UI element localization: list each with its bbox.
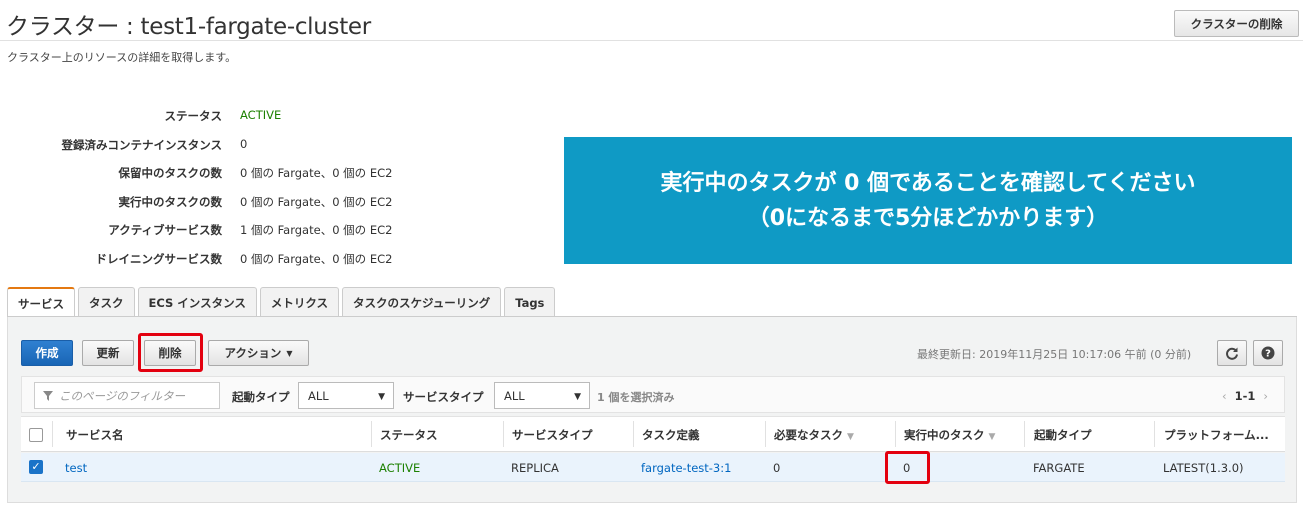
column-header-service-name[interactable]: サービス名 (66, 427, 124, 443)
column-header-running-tasks[interactable]: 実行中のタスク ▼ (904, 427, 995, 443)
page-range: 1-1 (1234, 389, 1256, 403)
column-header-status[interactable]: ステータス (380, 427, 438, 443)
running-tasks-label: 実行中のタスクの数 (118, 195, 223, 209)
tab-ecs-instances[interactable]: ECS インスタンス (137, 287, 257, 317)
tab-services[interactable]: サービス (7, 287, 75, 318)
chevron-down-icon: ▼ (574, 392, 581, 402)
column-divider (503, 421, 504, 447)
sort-down-icon: ▼ (988, 432, 996, 442)
launch-type-value: ALL (308, 388, 329, 403)
header-divider (0, 40, 1303, 41)
column-header-desired-tasks[interactable]: 必要なタスク ▼ (774, 427, 854, 443)
instruction-banner: 実行中のタスクが 0 個であることを確認してください （0になるまで5分ほどかか… (564, 137, 1292, 264)
selected-count: 1 個を選択済み (597, 391, 675, 404)
filter-placeholder: このページのフィルター (59, 388, 186, 403)
filter-funnel-icon (43, 390, 53, 401)
help-icon: ? (1261, 346, 1275, 360)
column-header-launch-type[interactable]: 起動タイプ (1034, 427, 1092, 443)
tab-tasks[interactable]: タスク (78, 287, 135, 317)
draining-services-label: ドレイニングサービス数 (95, 252, 223, 266)
row-launch-type: FARGATE (1033, 461, 1085, 475)
column-header-task-definition[interactable]: タスク定義 (642, 427, 700, 443)
service-type-value: ALL (504, 388, 525, 403)
actions-label: アクション (224, 346, 282, 360)
actions-button[interactable]: アクション ▼ (208, 340, 309, 366)
caret-down-icon: ▼ (286, 348, 293, 358)
column-divider (633, 421, 634, 447)
row-status: ACTIVE (379, 461, 421, 475)
last-updated-text: 最終更新日: 2019年11月25日 10:17:06 午前 (0 分前) (917, 348, 1192, 361)
delete-button-highlight (138, 333, 203, 372)
svg-text:?: ? (1265, 349, 1271, 360)
task-definition-link[interactable]: fargate-test-3:1 (641, 461, 731, 475)
prev-page-icon[interactable]: ‹ (1222, 389, 1227, 403)
column-header-platform[interactable]: プラットフォーム... (1164, 427, 1269, 443)
column-divider (52, 421, 53, 447)
page-title: クラスター : test1-fargate-cluster (6, 14, 371, 40)
pagination: ‹ 1-1 › (1222, 389, 1268, 403)
running-tasks-highlight (885, 451, 930, 484)
tab-metrics[interactable]: メトリクス (259, 287, 339, 317)
tab-tags[interactable]: Tags (504, 287, 556, 317)
refresh-icon (1226, 347, 1238, 360)
refresh-icon-button[interactable] (1217, 340, 1247, 366)
cluster-tabs: サービス タスク ECS インスタンス メトリクス タスクのスケジューリング T… (7, 287, 558, 318)
pending-tasks-value: 0 個の Fargate、0 個の EC2 (240, 166, 393, 180)
desired-tasks-label: 必要なタスク (774, 428, 843, 442)
active-services-label: アクティブサービス数 (108, 223, 222, 237)
select-all-checkbox[interactable] (29, 428, 43, 442)
row-platform: LATEST(1.3.0) (1163, 461, 1244, 475)
row-service-type: REPLICA (511, 461, 559, 475)
launch-type-select[interactable]: ALL ▼ (298, 382, 394, 409)
service-name-link[interactable]: test (65, 461, 87, 475)
service-type-select[interactable]: ALL ▼ (494, 382, 590, 409)
status-value: ACTIVE (240, 108, 282, 122)
refresh-button[interactable]: 更新 (82, 340, 134, 366)
column-divider (1154, 421, 1155, 447)
column-divider (895, 421, 896, 447)
next-page-icon[interactable]: › (1263, 389, 1268, 403)
banner-line-2: （0になるまで5分ほどかかります） (747, 205, 1109, 231)
sort-down-icon: ▼ (847, 432, 854, 442)
draining-services-value: 0 個の Fargate、0 個の EC2 (240, 252, 393, 266)
service-type-label: サービスタイプ (403, 390, 484, 404)
column-divider (765, 421, 766, 447)
filter-input[interactable]: このページのフィルター (34, 382, 220, 409)
banner-line-1: 実行中のタスクが 0 個であることを確認してください (660, 170, 1196, 196)
tab-scheduled-tasks[interactable]: タスクのスケジューリング (342, 287, 502, 317)
column-header-service-type[interactable]: サービスタイプ (512, 427, 593, 443)
running-tasks-value: 0 個の Fargate、0 個の EC2 (240, 195, 393, 209)
chevron-down-icon: ▼ (378, 392, 385, 402)
running-tasks-column-label: 実行中のタスク (904, 428, 985, 442)
column-divider (1024, 421, 1025, 447)
page-subtitle: クラスター上のリソースの詳細を取得します。 (7, 51, 237, 64)
create-button[interactable]: 作成 (21, 340, 73, 366)
help-icon-button[interactable]: ? (1253, 340, 1283, 366)
launch-type-label: 起動タイプ (232, 390, 290, 404)
active-services-value: 1 個の Fargate、0 個の EC2 (240, 223, 393, 237)
pending-tasks-label: 保留中のタスクの数 (118, 166, 223, 180)
status-label: ステータス (164, 109, 223, 123)
row-checkbox[interactable]: ✓ (29, 460, 43, 474)
registered-instances-value: 0 (240, 137, 248, 151)
delete-cluster-button[interactable]: クラスターの削除 (1174, 10, 1299, 37)
registered-instances-label: 登録済みコンテナインスタンス (61, 138, 222, 152)
column-divider (371, 421, 372, 447)
row-desired-tasks: 0 (773, 461, 781, 475)
